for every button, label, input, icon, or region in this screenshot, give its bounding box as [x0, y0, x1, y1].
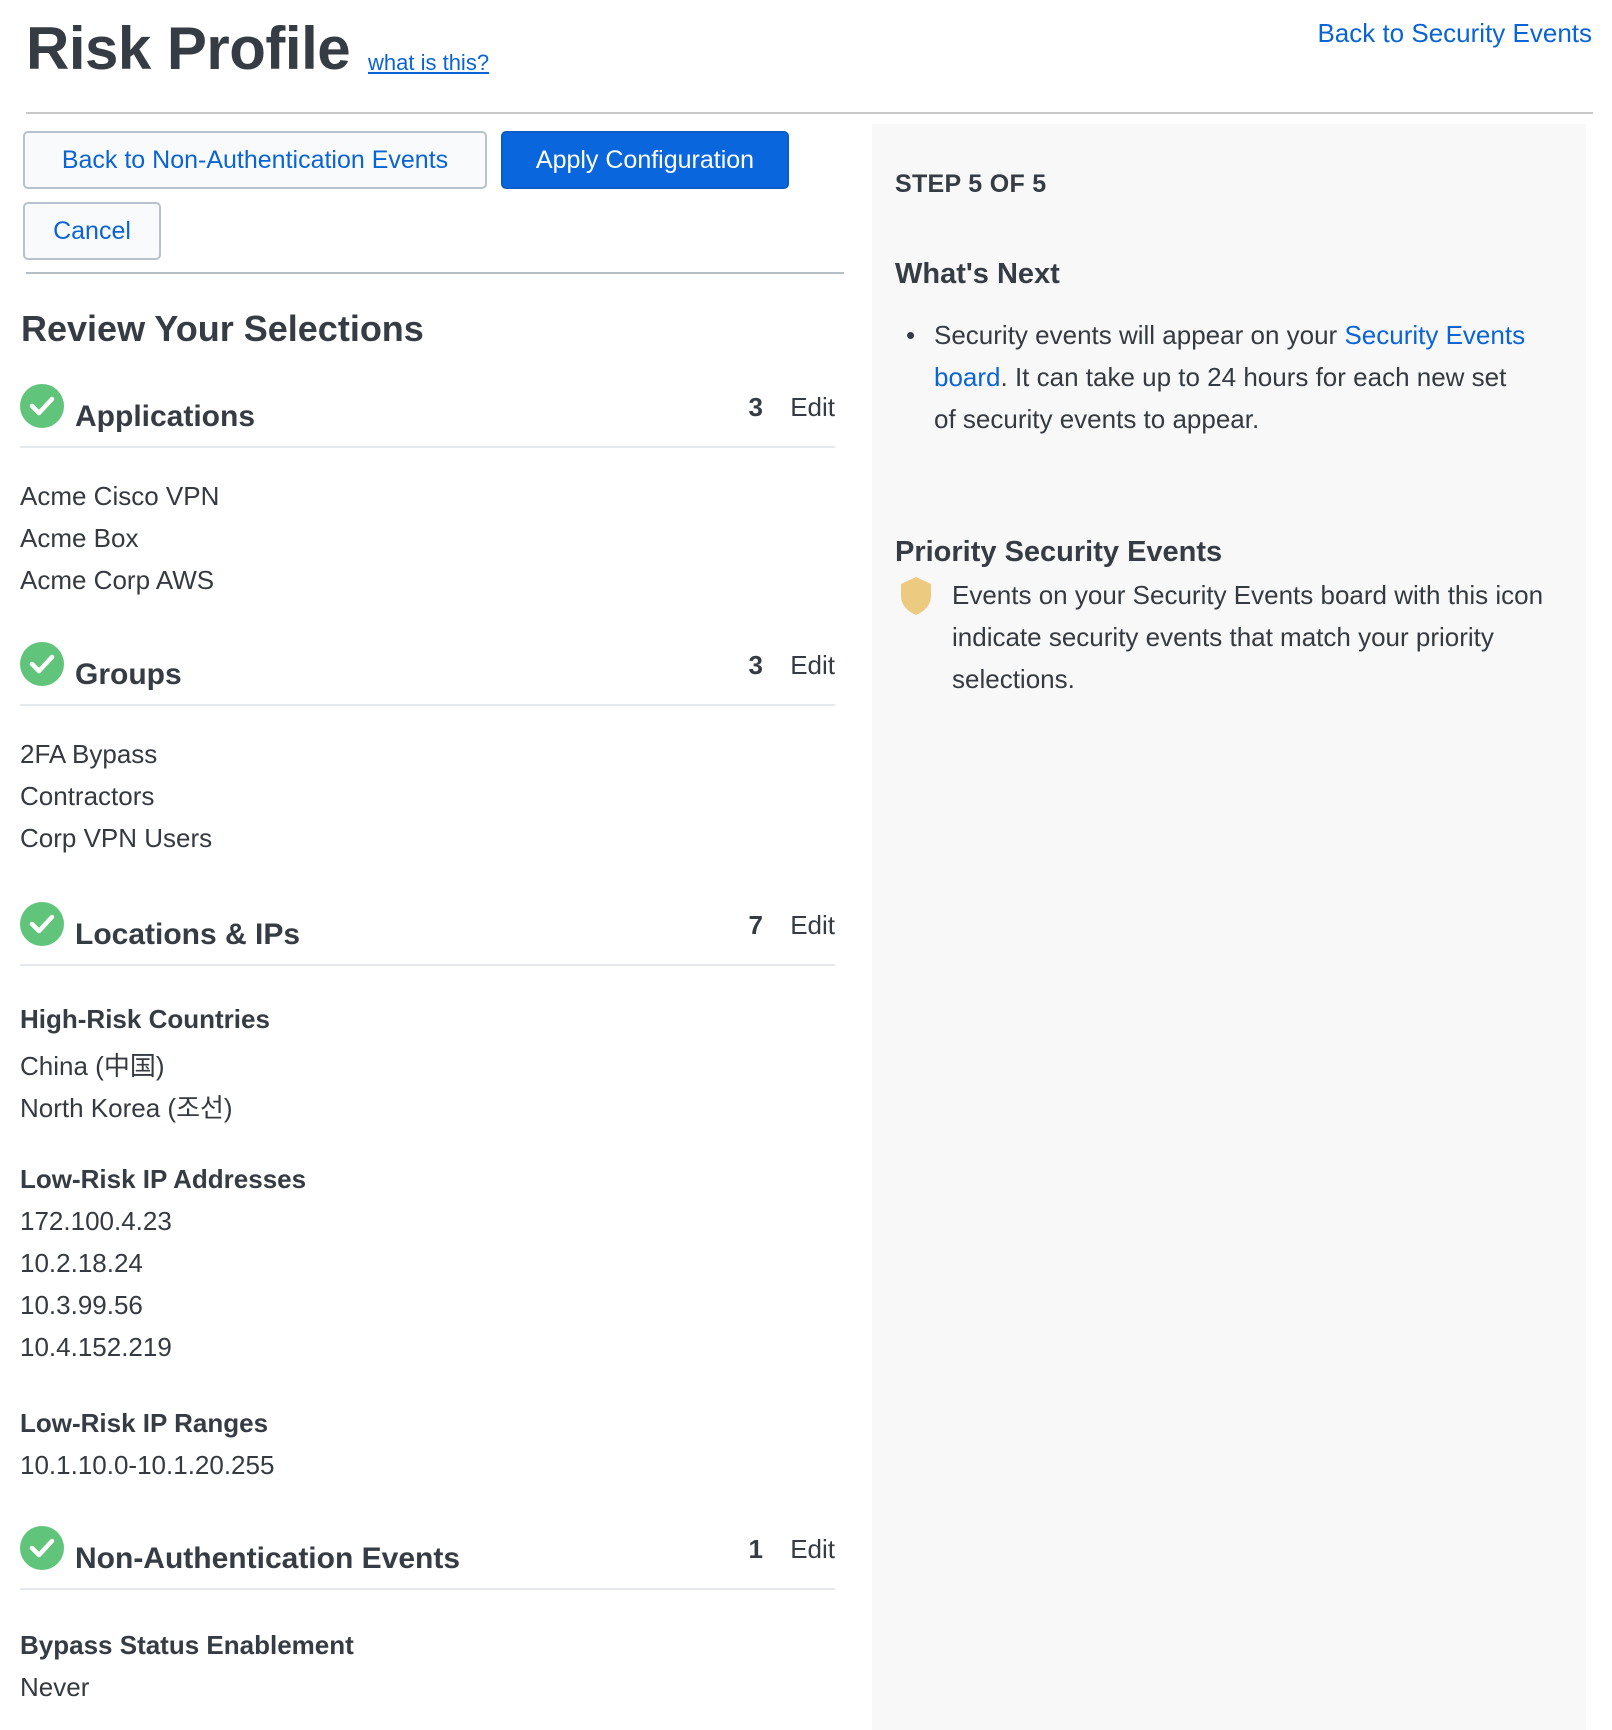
selection-count: 3	[748, 392, 763, 422]
bullet-icon: •	[906, 320, 916, 350]
edit-non-auth-events-link[interactable]: Edit	[790, 1534, 835, 1565]
list-item: Contractors	[20, 781, 155, 811]
list-item: 10.1.10.0-10.1.20.255	[20, 1450, 275, 1480]
whats-next-text-post: . It can take up to 24 hours for each ne…	[934, 362, 1507, 434]
subsection-heading: Bypass Status Enablement	[20, 1630, 354, 1660]
subsection-heading: Low-Risk IP Ranges	[20, 1408, 269, 1438]
back-to-non-auth-events-button[interactable]: Back to Non-Authentication Events	[23, 131, 487, 189]
step-indicator: STEP 5 OF 5	[895, 170, 1047, 198]
selection-count: 7	[748, 910, 763, 940]
priority-events-description: Events on your Security Events board wit…	[952, 580, 1544, 694]
section-header-applications: Applications 3 Edit	[20, 384, 835, 448]
subsection-heading: High-Risk Countries	[20, 1004, 270, 1034]
cancel-button[interactable]: Cancel	[23, 202, 161, 260]
list-item: Acme Corp AWS	[20, 565, 215, 595]
list-item: North Korea (조선)	[20, 1093, 233, 1123]
list-item: 10.4.152.219	[20, 1332, 172, 1362]
edit-locations-link[interactable]: Edit	[790, 910, 835, 941]
shield-icon	[901, 577, 931, 615]
section-title: Locations & IPs	[75, 918, 301, 951]
page-title: Risk Profile	[26, 15, 351, 82]
section-title: Groups	[75, 658, 182, 691]
list-item: Acme Box	[20, 523, 139, 553]
check-circle-icon	[20, 642, 64, 686]
edit-applications-link[interactable]: Edit	[790, 392, 835, 423]
what-is-this-link[interactable]: what is this?	[368, 50, 489, 76]
check-circle-icon	[20, 1526, 64, 1570]
selection-count: 1	[748, 1534, 763, 1564]
actions-divider	[26, 272, 844, 274]
review-title: Review Your Selections	[21, 308, 424, 349]
header-divider	[26, 112, 1593, 114]
edit-groups-link[interactable]: Edit	[790, 650, 835, 681]
subsection-heading: Low-Risk IP Addresses	[20, 1164, 307, 1194]
check-circle-icon	[20, 384, 64, 428]
list-item: China (中国)	[20, 1051, 165, 1081]
priority-events-heading: Priority Security Events	[895, 536, 1223, 568]
list-item: Acme Cisco VPN	[20, 481, 220, 511]
selection-count: 3	[748, 650, 763, 680]
check-circle-icon	[20, 902, 64, 946]
back-to-security-events-link[interactable]: Back to Security Events	[1317, 18, 1592, 49]
apply-configuration-button[interactable]: Apply Configuration	[501, 131, 789, 189]
info-sidebar: STEP 5 OF 5 What's Next • Security events…	[872, 124, 1586, 1730]
section-title: Applications	[75, 400, 256, 433]
list-item: 172.100.4.23	[20, 1206, 172, 1236]
list-item: Never	[20, 1672, 90, 1702]
list-item: 2FA Bypass	[20, 739, 158, 769]
section-header-non-auth-events: Non-Authentication Events 1 Edit	[20, 1526, 835, 1590]
section-header-groups: Groups 3 Edit	[20, 642, 835, 706]
whats-next-heading: What's Next	[895, 258, 1060, 290]
section-header-locations: Locations & IPs 7 Edit	[20, 902, 835, 966]
section-title: Non-Authentication Events	[75, 1542, 461, 1575]
list-item: Corp VPN Users	[20, 823, 213, 853]
list-item: 10.2.18.24	[20, 1248, 143, 1278]
whats-next-text-pre: Security events will appear on your	[934, 320, 1345, 350]
whats-next-bullet: • Security events will appear on your Sec…	[906, 314, 1534, 440]
list-item: 10.3.99.56	[20, 1290, 143, 1320]
